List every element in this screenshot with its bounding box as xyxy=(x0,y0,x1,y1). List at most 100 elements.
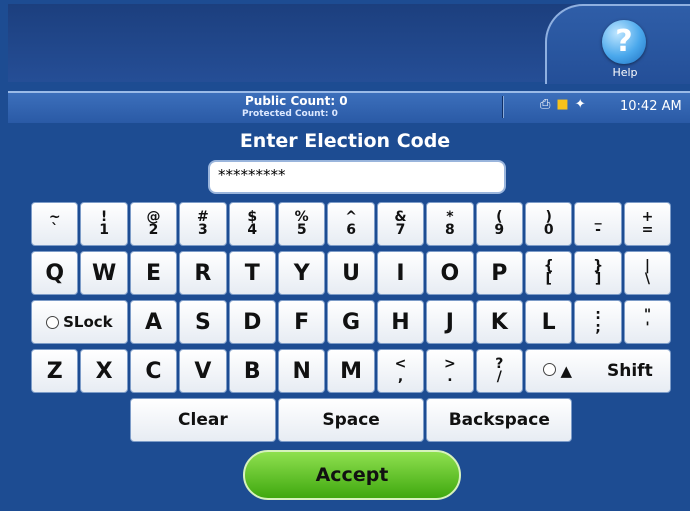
slock-label: SLock xyxy=(63,313,113,331)
election-code-input[interactable]: ********* xyxy=(208,160,506,194)
key-c[interactable]: C xyxy=(129,349,178,393)
key-7-row1[interactable]: & 7 xyxy=(376,202,425,246)
key-lower-char: , xyxy=(397,369,404,385)
key-u[interactable]: U xyxy=(327,251,375,295)
key-p[interactable]: P xyxy=(475,251,523,295)
key-k[interactable]: K xyxy=(475,300,523,344)
key-l[interactable]: L xyxy=(525,300,573,344)
key-lower-char: 7 xyxy=(395,222,406,238)
key-lower-char: . xyxy=(447,369,453,385)
clear-button[interactable]: Clear xyxy=(129,398,276,442)
key-j[interactable]: J xyxy=(426,300,474,344)
key-9-row1[interactable]: (9 xyxy=(475,202,523,246)
key-char: M xyxy=(340,358,363,384)
key-o[interactable]: O xyxy=(426,251,474,295)
key-h[interactable]: H xyxy=(376,300,425,344)
key-char: S xyxy=(194,309,211,335)
key-bracket-1[interactable]: }] xyxy=(574,251,622,295)
key-lower-char: 9 xyxy=(494,222,505,238)
key-z[interactable]: Z xyxy=(31,349,79,393)
clear-label: Clear xyxy=(178,410,228,430)
key-lower-char: / xyxy=(496,369,502,385)
key-char: Z xyxy=(46,358,63,384)
key-char: D xyxy=(243,309,262,335)
key-t[interactable]: T xyxy=(228,251,276,295)
key-1-row1[interactable]: ! 1 xyxy=(80,202,128,246)
key-char: W xyxy=(91,260,117,286)
key-lower-char: 3 xyxy=(198,222,208,238)
key-4-row1[interactable]: $4 xyxy=(228,202,276,246)
key-punct-row4-2[interactable]: ? / xyxy=(475,349,523,393)
key-m[interactable]: M xyxy=(327,349,375,393)
key-lower-char: - xyxy=(595,222,601,238)
key-r[interactable]: R xyxy=(179,251,227,295)
key-a[interactable]: A xyxy=(129,300,178,344)
key-char: X xyxy=(95,358,113,384)
key-lower-char: 2 xyxy=(148,222,159,238)
page-title: Enter Election Code xyxy=(239,130,451,152)
key-3-row1[interactable]: #3 xyxy=(179,202,227,246)
key-lower-char: 4 xyxy=(247,222,258,238)
key-punct-row4-1[interactable]: >. xyxy=(426,349,474,393)
key-punct-row3-1[interactable]: " ' xyxy=(623,300,672,344)
key-char: O xyxy=(440,260,460,286)
key-5-row1[interactable]: % 5 xyxy=(278,202,326,246)
key-lower-char: ' xyxy=(645,320,650,336)
key-bracket-0[interactable]: {[ xyxy=(525,251,573,295)
key-b[interactable]: B xyxy=(228,349,276,393)
key-char: V xyxy=(194,358,212,384)
backspace-label: Backspace xyxy=(448,410,550,430)
public-count: Public Count: 0 xyxy=(245,94,348,108)
shift-indicator: ▲ xyxy=(543,361,572,381)
key-12-row1[interactable]: + = xyxy=(623,202,672,246)
shift-indicator-icon xyxy=(543,363,557,376)
key-d[interactable]: D xyxy=(228,300,276,344)
key-lower-char: 6 xyxy=(346,222,356,238)
on-screen-keyboard: ~ `! 1 @2 #3 $4% 5 ^ 6 & 7 * 8(9) 0 _ - + = Q W E R T Y U I O P {[}]… xyxy=(31,202,673,442)
key-w[interactable]: W xyxy=(80,251,128,295)
key-punct-row4-0[interactable]: <, xyxy=(376,349,425,393)
key-i[interactable]: I xyxy=(376,251,425,295)
key-n[interactable]: N xyxy=(278,349,326,393)
shift-key[interactable]: ▲ Shift xyxy=(525,349,672,393)
key-6-row1[interactable]: ^ 6 xyxy=(327,202,375,246)
save-icon: ■ xyxy=(556,97,575,112)
key-8-row1[interactable]: * 8 xyxy=(426,202,474,246)
key-char: H xyxy=(391,309,410,335)
key-char: K xyxy=(490,309,508,335)
key-bracket-2[interactable]: | \ xyxy=(623,251,672,295)
key-v[interactable]: V xyxy=(179,349,227,393)
key-q[interactable]: Q xyxy=(31,251,79,295)
space-button[interactable]: Space xyxy=(278,398,425,442)
key-char: P xyxy=(491,260,508,286)
key-y[interactable]: Y xyxy=(278,251,326,295)
shift-arrow-icon: ▲ xyxy=(560,362,573,380)
key-s[interactable]: S xyxy=(179,300,227,344)
key-char: J xyxy=(445,309,454,335)
key-char: L xyxy=(541,309,556,335)
help-icon[interactable]: ? xyxy=(602,20,646,64)
key-10-row1[interactable]: ) 0 xyxy=(525,202,573,246)
accept-button[interactable]: Accept xyxy=(243,450,461,500)
key-11-row1[interactable]: _ - xyxy=(574,202,622,246)
shift-label: Shift xyxy=(607,361,653,381)
key-char: I xyxy=(396,260,405,286)
slock-key[interactable]: SLock xyxy=(31,300,128,344)
key-f[interactable]: F xyxy=(278,300,326,344)
help-label[interactable]: Help xyxy=(605,66,645,79)
key-char: U xyxy=(342,260,361,286)
key-char: E xyxy=(145,260,161,286)
backspace-button[interactable]: Backspace xyxy=(426,398,573,442)
key-lower-char: 1 xyxy=(99,222,109,238)
status-icons: ⎙■✦ xyxy=(540,97,592,112)
key-char: B xyxy=(243,358,261,384)
key-char: G xyxy=(342,309,361,335)
key-g[interactable]: G xyxy=(327,300,375,344)
key-char: T xyxy=(244,260,260,286)
key-e[interactable]: E xyxy=(129,251,178,295)
protected-count: Protected Count: 0 xyxy=(242,109,338,119)
key-2-row1[interactable]: @2 xyxy=(129,202,178,246)
key-x[interactable]: X xyxy=(80,349,128,393)
key-0-row1[interactable]: ~ ` xyxy=(31,202,79,246)
key-punct-row3-0[interactable]: :; xyxy=(574,300,622,344)
